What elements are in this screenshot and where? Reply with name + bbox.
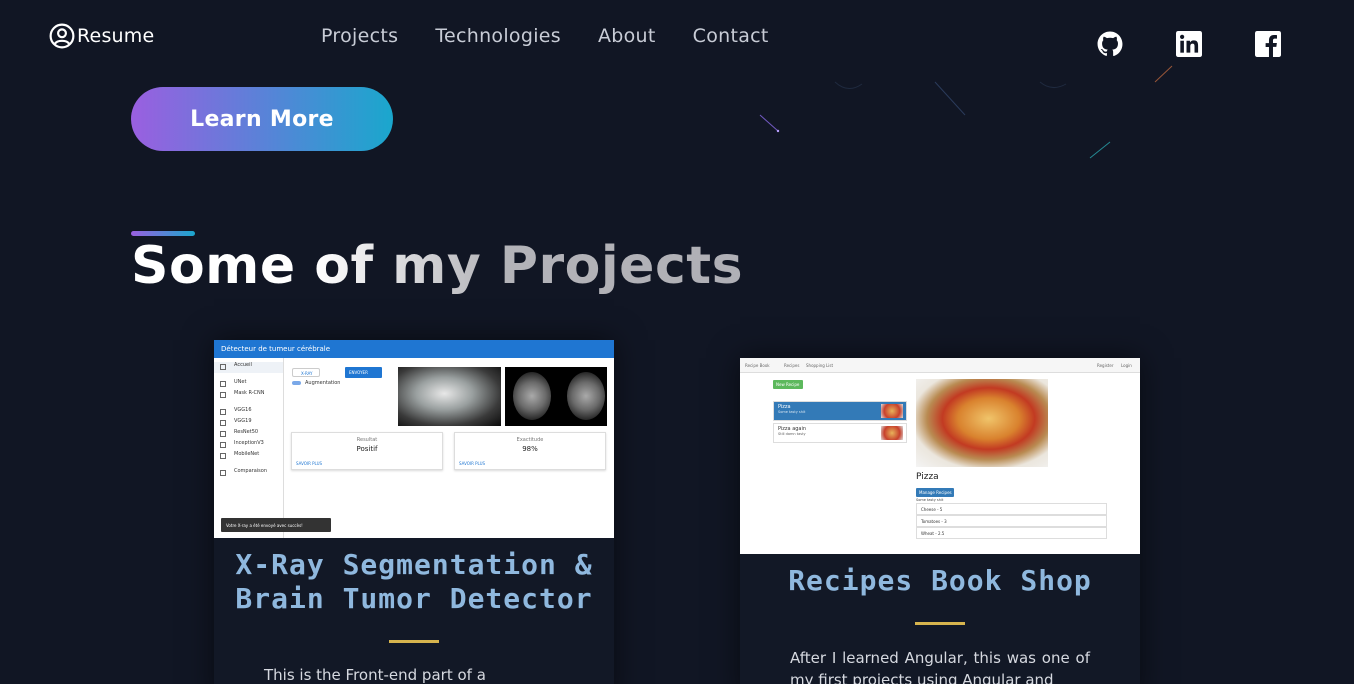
project-card[interactable]: Détecteur de tumeur cérébrale Accueil UN… xyxy=(214,340,614,684)
manage-recipe-button: Manage Recipes xyxy=(916,488,954,497)
result-box: Resultat Positif SAVOIR PLUS xyxy=(291,432,443,470)
project-description: This is the Front-end part of a xyxy=(264,666,486,684)
app-title-bar: Détecteur de tumeur cérébrale xyxy=(214,340,614,358)
more-link: SAVOIR PLUS xyxy=(459,461,486,466)
augmentation-toggle xyxy=(292,381,301,385)
ingredient-item: Tomatoes - 3 xyxy=(916,515,1107,527)
sidebar-item-home: Accueil xyxy=(214,362,283,373)
decorative-stars xyxy=(759,65,1173,159)
more-link: SAVOIR PLUS xyxy=(296,461,323,466)
app-navbar: Recipe Book Recipes Shopping List Regist… xyxy=(740,358,1140,373)
learn-more-button[interactable]: Learn More xyxy=(131,87,393,151)
user-circle-icon xyxy=(49,23,75,49)
linkedin-icon[interactable] xyxy=(1176,31,1202,57)
new-recipe-button: New Recipe xyxy=(773,380,803,389)
ingredient-item: Wheat - 2.5 xyxy=(916,527,1107,539)
login-link: Login xyxy=(1121,363,1132,368)
github-icon[interactable] xyxy=(1097,31,1123,57)
project-screenshot: Recipe Book Recipes Shopping List Regist… xyxy=(740,358,1140,554)
social-links xyxy=(1097,31,1281,57)
recipe-thumbnail xyxy=(881,426,903,440)
tab-recipes: Recipes xyxy=(784,363,800,368)
project-card[interactable]: Recipe Book Recipes Shopping List Regist… xyxy=(740,358,1140,684)
sidebar-item: MobileNet xyxy=(214,451,283,462)
section-title: Some of my Projects xyxy=(131,236,744,296)
title-separator xyxy=(389,640,439,643)
project-screenshot: Détecteur de tumeur cérébrale Accueil UN… xyxy=(214,340,614,538)
sidebar-item: Comparaison xyxy=(214,468,283,479)
title-separator xyxy=(915,622,965,625)
sidebar-item: VGG16 xyxy=(214,407,283,418)
tab-shopping-list: Shopping List xyxy=(806,363,834,368)
accuracy-label: Exactitude xyxy=(516,437,544,443)
nav-contact[interactable]: Contact xyxy=(693,25,769,47)
nav-about[interactable]: About xyxy=(598,25,656,47)
mri-image xyxy=(505,367,607,426)
project-title: Recipes Book Shop xyxy=(788,564,1092,597)
recipe-thumbnail xyxy=(881,404,903,418)
nav-technologies[interactable]: Technologies xyxy=(435,25,561,47)
project-title: X-Ray Segmentation & Brain Tumor Detecto… xyxy=(235,548,593,615)
recipe-list-item: Pizza Some tasty shit xyxy=(773,401,907,421)
send-button: ENVOYER xyxy=(345,367,382,378)
result-label: Resultat xyxy=(356,437,378,443)
xray-chip: X-RAY xyxy=(292,368,320,377)
sidebar-item: UNet xyxy=(214,379,283,390)
main-nav: Projects Technologies About Contact xyxy=(321,25,769,47)
toast-message: Votre X-ray a été envoyé avec succès! xyxy=(221,518,331,532)
logo-text: Resume xyxy=(77,25,155,47)
app-sidebar: Accueil UNet Mask R-CNN VGG16 VGG19 ResN… xyxy=(214,358,284,538)
sidebar-item: VGG19 xyxy=(214,418,283,429)
result-value: Positif xyxy=(356,445,378,453)
xray-image xyxy=(398,367,501,426)
recipe-detail-name: Pizza xyxy=(916,472,939,482)
accuracy-box: Exactitude 98% SAVOIR PLUS xyxy=(454,432,606,470)
register-link: Register xyxy=(1097,363,1114,368)
accuracy-value: 98% xyxy=(522,445,538,453)
sidebar-item: InceptionV3 xyxy=(214,440,283,451)
sidebar-item: Mask R-CNN xyxy=(214,390,283,401)
augmentation-label: Augmentation xyxy=(305,380,341,386)
nav-projects[interactable]: Projects xyxy=(321,25,398,47)
pizza-image xyxy=(916,379,1048,467)
logo[interactable]: Resume xyxy=(49,23,154,49)
site-header: Resume Projects Technologies About Conta… xyxy=(0,0,1354,76)
sidebar-item: ResNet50 xyxy=(214,429,283,440)
ingredient-item: Cheese - 5 xyxy=(916,503,1107,515)
app-brand: Recipe Book xyxy=(745,363,770,368)
project-description: After I learned Angular, this was one of… xyxy=(790,649,1090,684)
recipe-detail-desc: Some tasty shit xyxy=(916,498,944,502)
recipe-list-item: Pizza again Still damn tasty xyxy=(773,423,907,443)
facebook-icon[interactable] xyxy=(1255,31,1281,57)
